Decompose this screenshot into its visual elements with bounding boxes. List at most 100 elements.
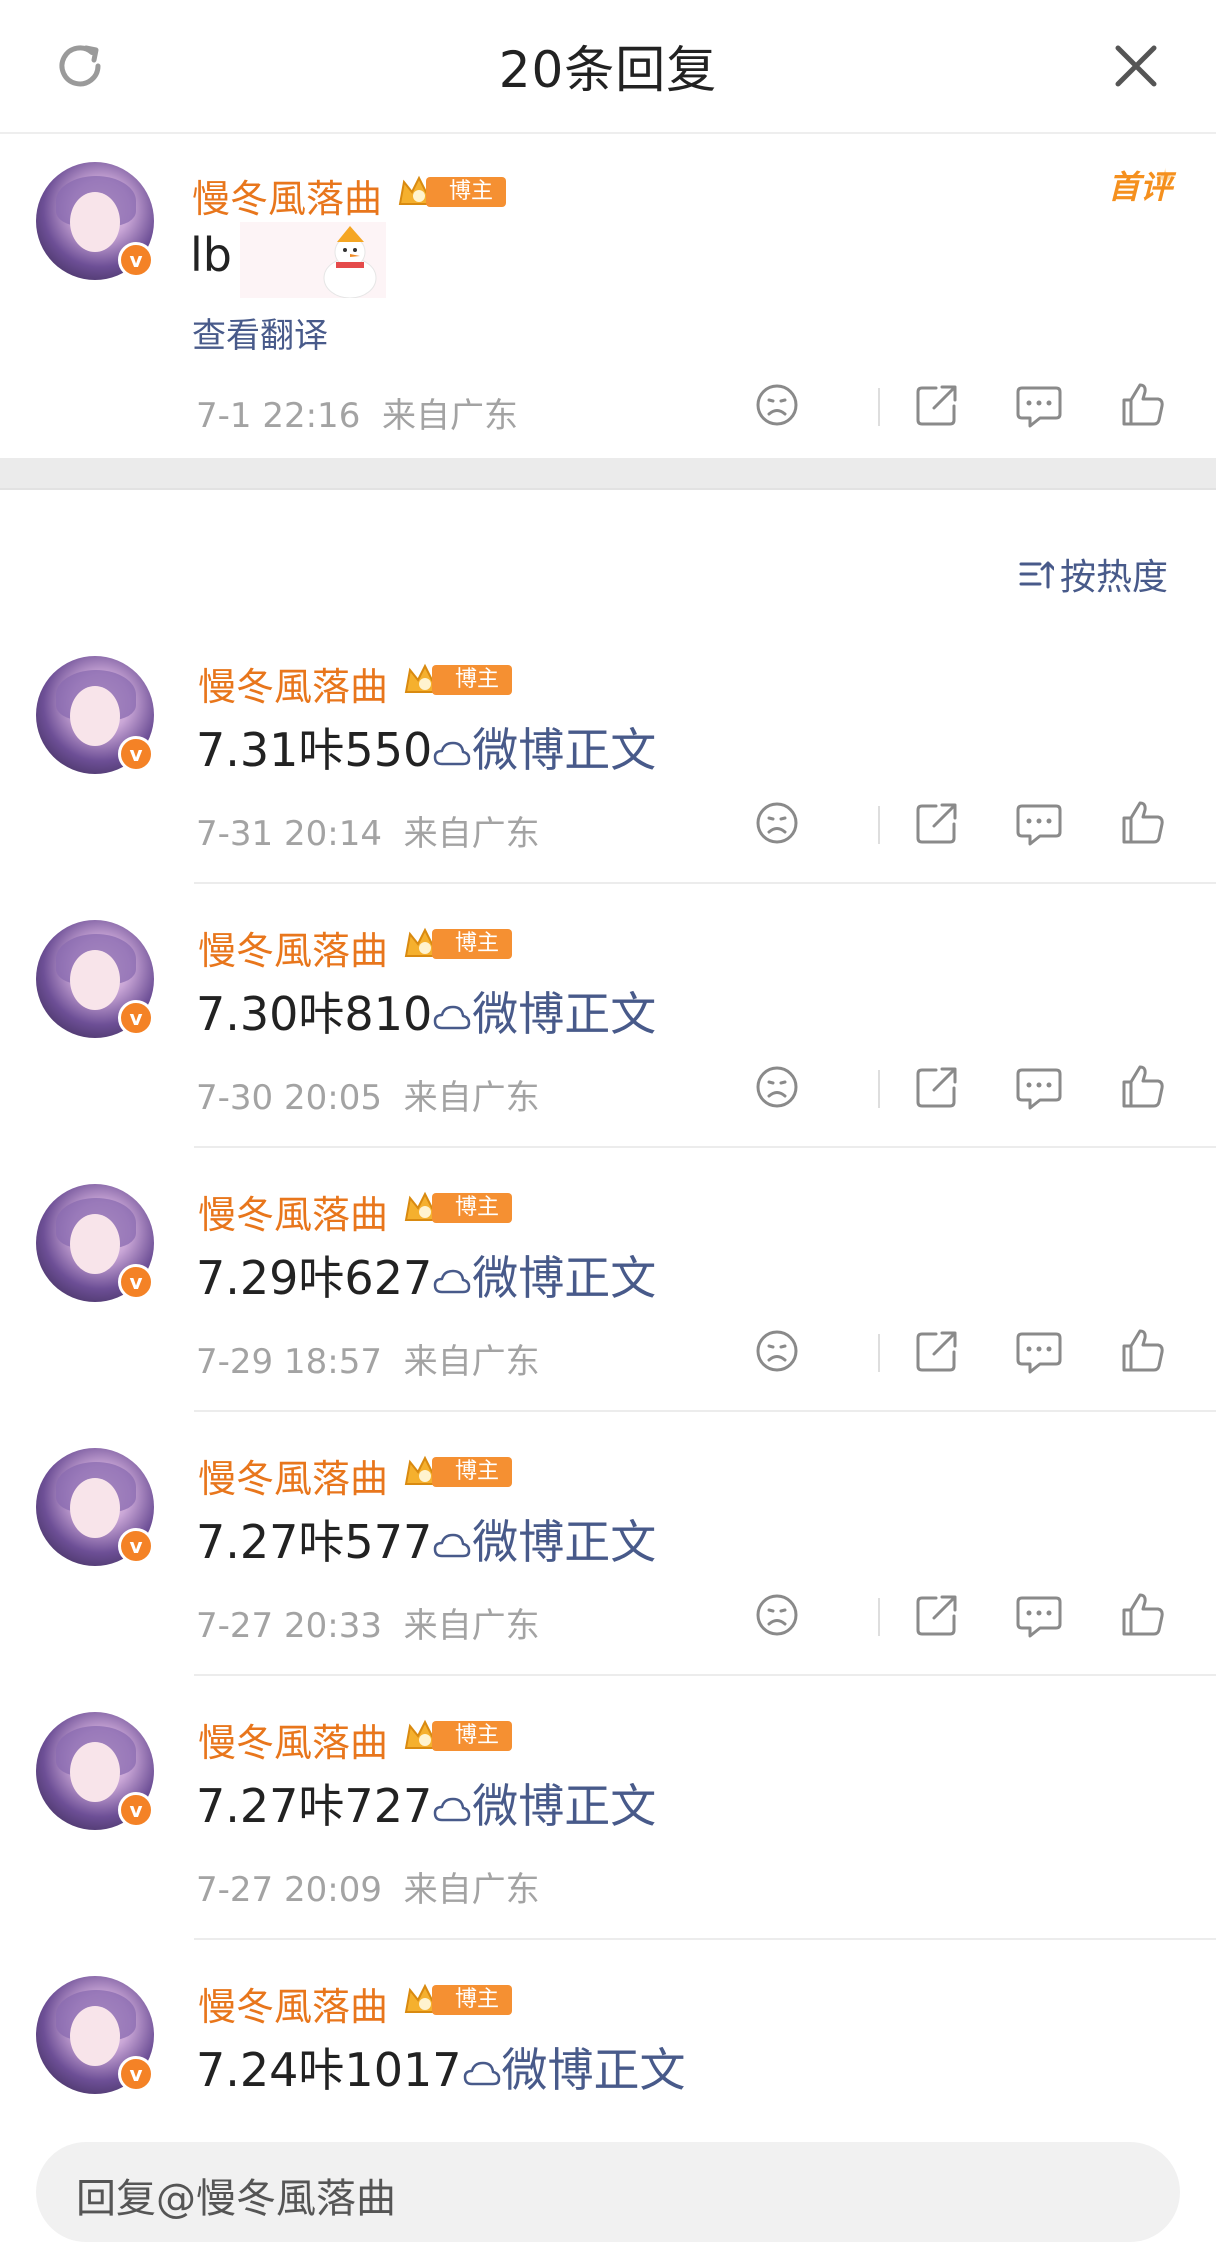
badge-label: 博主 <box>432 1457 512 1487</box>
thumbs-up-icon[interactable] <box>1118 1590 1168 1640</box>
share-icon[interactable] <box>912 1590 962 1640</box>
action-bar <box>752 380 1172 436</box>
avatar-face <box>70 1478 120 1538</box>
username[interactable]: 慢冬風落曲 <box>198 1184 388 1239</box>
reply-text: 7.24咔1017 <box>196 2043 462 2097</box>
thumbs-up-icon[interactable] <box>1118 798 1168 848</box>
comment-location: 来自广东 <box>403 1606 540 1646</box>
username[interactable]: 慢冬風落曲 <box>198 656 388 711</box>
blogger-badge: 博主 <box>402 662 514 698</box>
comment-time: 7-29 18:57 <box>196 1342 382 1382</box>
reply-text: 7.29咔627 <box>196 1251 433 1305</box>
blogger-badge: 博主 <box>402 1454 514 1490</box>
link-label: 微博正文 <box>472 1779 657 1833</box>
verified-badge-icon: v <box>118 242 154 278</box>
sad-face-icon[interactable] <box>752 380 802 430</box>
cloud-link-icon <box>433 1005 471 1029</box>
share-icon[interactable] <box>912 1062 962 1112</box>
comment-location: 来自广东 <box>403 1342 540 1382</box>
thumbs-up-icon[interactable] <box>1118 380 1168 430</box>
action-separator <box>878 388 880 426</box>
weibo-post-link[interactable]: 微博正文 <box>432 1251 656 1305</box>
avatar[interactable]: v <box>36 656 154 774</box>
reply-input[interactable]: 回复@慢冬風落曲 <box>36 2142 1180 2242</box>
avatar[interactable]: v <box>36 1184 154 1302</box>
username[interactable]: 慢冬風落曲 <box>198 1976 388 2031</box>
comment-icon[interactable] <box>1014 1590 1064 1640</box>
comment-icon[interactable] <box>1014 1326 1064 1376</box>
comment-meta: 7-31 20:14 来自广东 <box>196 806 540 855</box>
avatar[interactable]: v <box>36 1976 154 2094</box>
blogger-badge: 博主 <box>402 926 514 962</box>
link-label: 微博正文 <box>472 723 657 777</box>
sort-label: 按热度 <box>1059 557 1168 598</box>
link-label: 微博正文 <box>472 1251 657 1305</box>
header: 20条回复 <box>0 0 1216 134</box>
translate-link[interactable]: 查看翻译 <box>192 308 328 357</box>
cloud-link-icon <box>433 741 471 765</box>
weibo-post-link[interactable]: 微博正文 <box>432 987 656 1041</box>
avatar[interactable]: v <box>36 1448 154 1566</box>
comment-meta: 7-27 20:33 来自广东 <box>196 1598 540 1647</box>
username[interactable]: 慢冬風落曲 <box>192 168 382 223</box>
avatar[interactable]: v <box>36 920 154 1038</box>
action-bar <box>752 798 1172 854</box>
comment-icon[interactable] <box>1014 380 1064 430</box>
row-divider <box>194 1674 1216 1676</box>
sad-face-icon[interactable] <box>752 798 802 848</box>
comment-location: 来自广东 <box>403 1078 540 1118</box>
comment-time: 7-31 20:14 <box>196 814 382 854</box>
comment-location: 来自广东 <box>403 814 540 854</box>
avatar-face <box>70 1214 120 1274</box>
comment-meta: 7-29 18:57 来自广东 <box>196 1334 540 1383</box>
comment-meta: 7-30 20:05 来自广东 <box>196 1070 540 1119</box>
comment-icon[interactable] <box>1014 798 1064 848</box>
username[interactable]: 慢冬風落曲 <box>198 1448 388 1503</box>
snowman-sticker-icon <box>240 222 386 298</box>
comment-location: 来自广东 <box>381 396 518 436</box>
weibo-post-link[interactable]: 微博正文 <box>432 1779 656 1833</box>
cloud-link-icon <box>433 1533 471 1557</box>
page-title: 20条回复 <box>498 41 718 99</box>
share-icon[interactable] <box>912 380 962 430</box>
reply-text: 7.27咔727 <box>196 1779 433 1833</box>
weibo-post-link[interactable]: 微博正文 <box>462 2043 686 2097</box>
share-icon[interactable] <box>912 798 962 848</box>
username[interactable]: 慢冬風落曲 <box>198 920 388 975</box>
badge-label: 博主 <box>432 1721 512 1751</box>
avatar[interactable]: v <box>36 162 154 280</box>
row-divider <box>194 1938 1216 1940</box>
sad-face-icon[interactable] <box>752 1326 802 1376</box>
link-label: 微博正文 <box>472 987 657 1041</box>
avatar[interactable]: v <box>36 1712 154 1830</box>
comment-time: 7-27 20:33 <box>196 1606 382 1646</box>
reply-text: 7.30咔810 <box>196 987 433 1041</box>
link-label: 微博正文 <box>472 1515 657 1569</box>
weibo-post-link[interactable]: 微博正文 <box>432 1515 656 1569</box>
weibo-post-link[interactable]: 微博正文 <box>432 723 656 777</box>
action-bar <box>752 1590 1172 1646</box>
sort-button[interactable]: 按热度 <box>1018 548 1168 600</box>
badge-label: 博主 <box>432 929 512 959</box>
comment-meta: 7-27 20:09 来自广东 <box>196 1862 540 1911</box>
reply-text: 7.31咔550 <box>196 723 433 777</box>
comment-text: 7.27咔727 微博正文 <box>196 1770 656 1836</box>
sad-face-icon[interactable] <box>752 1062 802 1112</box>
comment-icon[interactable] <box>1014 1062 1064 1112</box>
sad-face-icon[interactable] <box>752 1590 802 1640</box>
comment-text: 7.30咔810 微博正文 <box>196 978 656 1044</box>
close-icon[interactable] <box>1106 36 1166 96</box>
username[interactable]: 慢冬風落曲 <box>198 1712 388 1767</box>
verified-badge-icon: v <box>118 1264 154 1300</box>
thumbs-up-icon[interactable] <box>1118 1326 1168 1376</box>
blogger-badge: 博主 <box>402 1718 514 1754</box>
share-icon[interactable] <box>912 1326 962 1376</box>
action-separator <box>878 806 880 844</box>
thumbs-up-icon[interactable] <box>1118 1062 1168 1112</box>
comment-location: 来自广东 <box>403 1870 540 1910</box>
verified-badge-icon: v <box>118 2056 154 2092</box>
first-comment-tag: 首评 <box>1107 168 1172 206</box>
sort-icon <box>1019 561 1054 589</box>
blogger-badge: 博主 <box>402 1190 514 1226</box>
verified-badge-icon: v <box>118 1792 154 1828</box>
